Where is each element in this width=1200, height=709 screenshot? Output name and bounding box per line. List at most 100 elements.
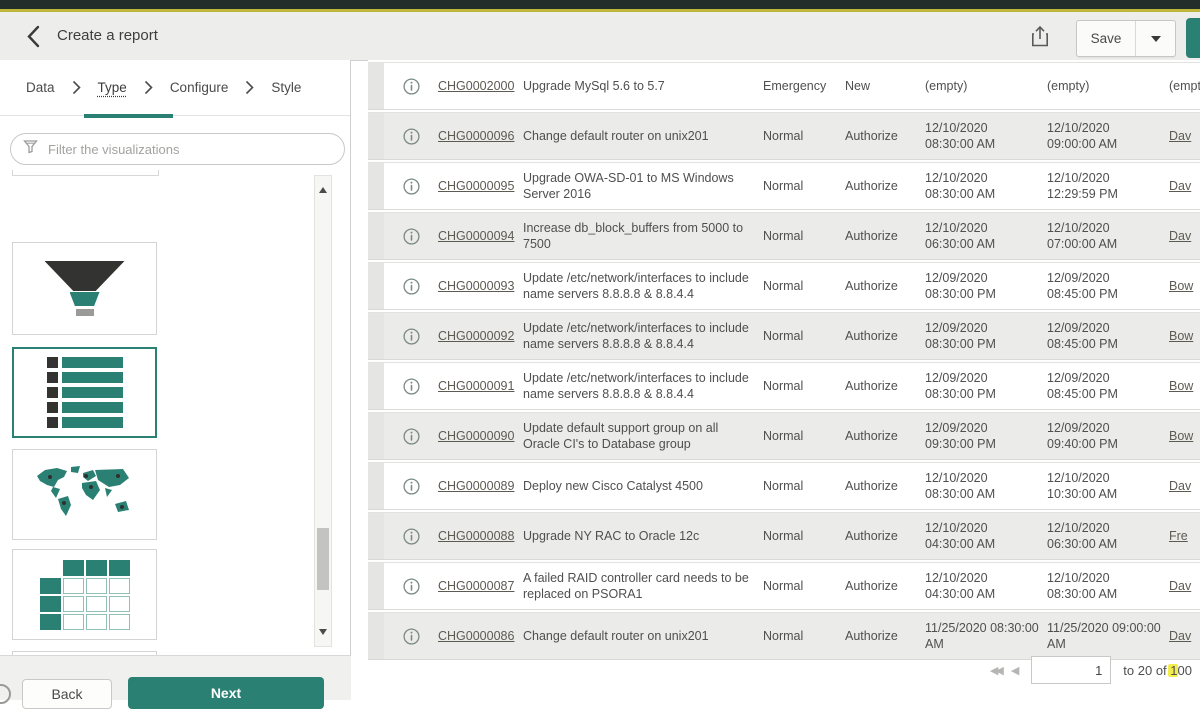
step-data[interactable]: Data [26,80,55,95]
assignee-link[interactable]: Fre [1169,529,1188,543]
end-date-cell: 12/10/2020 08:30:00 AM [1047,570,1169,603]
scroll-up-icon[interactable] [319,183,327,193]
info-icon[interactable] [384,278,438,295]
chevron-right-icon [144,80,153,95]
priority-cell: Normal [763,278,845,295]
app-frame-bar [0,0,1200,9]
record-number-link[interactable]: CHG0000093 [438,279,514,293]
table-row: CHG0000089Deploy new Cisco Catalyst 4500… [368,462,1200,510]
scrollbar-thumb[interactable] [317,528,329,590]
assignee-link[interactable]: Dav [1169,479,1191,493]
save-menu-button[interactable] [1135,21,1175,56]
active-step-indicator [84,114,173,118]
short-description: Upgrade MySql 5.6 to 5.7 [523,78,763,95]
info-icon[interactable] [384,128,438,145]
record-number-link[interactable]: CHG0000096 [438,129,514,143]
priority-cell: Normal [763,578,845,595]
info-icon[interactable] [384,78,438,95]
step-configure[interactable]: Configure [170,80,229,95]
priority-cell: Normal [763,178,845,195]
funnel-filter-icon [23,139,38,159]
prev-page-button[interactable]: ◀ [1011,664,1019,677]
start-date-cell: 12/09/2020 08:30:00 PM [925,270,1047,303]
scroll-down-icon[interactable] [319,629,327,639]
info-icon[interactable] [384,328,438,345]
state-cell: Authorize [845,228,925,245]
clipped-help-icon[interactable] [0,684,11,704]
save-button[interactable]: Save [1077,21,1135,56]
record-number-link[interactable]: CHG0000091 [438,379,514,393]
assignee-link[interactable]: Bow [1169,329,1193,343]
start-date-cell: 11/25/2020 08:30:00 AM [925,620,1047,653]
step-style[interactable]: Style [271,80,301,95]
priority-cell: Normal [763,228,845,245]
save-split-button: Save [1076,20,1176,57]
info-icon[interactable] [384,428,438,445]
report-wizard-panel: Data Type Configure Style [0,60,351,655]
record-number-link[interactable]: CHG0000092 [438,329,514,343]
info-icon[interactable] [384,178,438,195]
assignee-link[interactable]: Dav [1169,129,1191,143]
start-date-cell: 12/10/2020 08:30:00 AM [925,120,1047,153]
record-number-link[interactable]: CHG0000089 [438,479,514,493]
back-button[interactable]: Back [22,679,112,709]
scrolled-card-edge [12,170,159,176]
step-type[interactable]: Type [98,80,127,95]
viz-card-list[interactable] [12,347,157,438]
assignee-link[interactable]: Dav [1169,579,1191,593]
info-icon[interactable] [384,578,438,595]
report-table-rows: CHG0002000Upgrade MySql 5.6 to 5.7Emerge… [368,62,1200,662]
next-button[interactable]: Next [128,677,324,709]
record-number-link[interactable]: CHG0000088 [438,529,514,543]
info-icon[interactable] [384,378,438,395]
start-date-cell: 12/10/2020 04:30:00 AM [925,570,1047,603]
first-page-button[interactable]: ◀◀ [990,664,1001,677]
row-gutter [368,463,384,509]
end-date-cell: 12/10/2020 06:30:00 AM [1047,520,1169,553]
filter-input[interactable] [46,141,344,158]
assignee-link[interactable]: Bow [1169,429,1193,443]
clipped-primary-button[interactable] [1186,18,1200,58]
record-number-link[interactable]: CHG0000090 [438,429,514,443]
viz-card-heatmap[interactable] [12,549,157,640]
state-cell: Authorize [845,328,925,345]
page-header: Create a report Save [0,12,1200,61]
back-arrow-icon[interactable] [22,25,44,49]
assignee-link[interactable]: Bow [1169,379,1193,393]
priority-cell: Normal [763,328,845,345]
end-date-cell: 12/09/2020 08:45:00 PM [1047,270,1169,303]
info-icon[interactable] [384,478,438,495]
end-date-cell: 12/10/2020 10:30:00 AM [1047,470,1169,503]
assignee-link[interactable]: Dav [1169,229,1191,243]
assignee-link[interactable]: Dav [1169,629,1191,643]
record-number-link[interactable]: CHG0000095 [438,179,514,193]
info-icon[interactable] [384,628,438,645]
short-description: Upgrade OWA-SD-01 to MS Windows Server 2… [523,170,763,203]
viz-card-world-map[interactable] [12,449,157,540]
panel-scrollbar[interactable] [314,175,332,647]
priority-cell: Normal [763,528,845,545]
record-number-link[interactable]: CHG0000094 [438,229,514,243]
info-icon[interactable] [384,228,438,245]
record-number-link[interactable]: CHG0000086 [438,629,514,643]
info-icon[interactable] [384,528,438,545]
state-cell: Authorize [845,278,925,295]
viz-card-funnel[interactable] [12,242,157,335]
short-description: Update /etc/network/interfaces to includ… [523,320,763,353]
assignee-link[interactable]: Dav [1169,179,1191,193]
share-icon[interactable] [1028,25,1052,49]
report-preview: CHG0002000Upgrade MySql 5.6 to 5.7Emerge… [368,60,1200,700]
page-number-input[interactable] [1031,656,1111,684]
assignee-link[interactable]: Bow [1169,279,1193,293]
end-date-cell: 12/10/2020 07:00:00 AM [1047,220,1169,253]
row-gutter [368,63,384,109]
state-cell: Authorize [845,628,925,645]
row-gutter [368,363,384,409]
world-map-icon [33,464,137,526]
record-number-link[interactable]: CHG0000087 [438,579,514,593]
record-number-link[interactable]: CHG0002000 [438,79,514,93]
row-range-label: to 20 of 100 [1123,663,1192,678]
table-row: CHG0000090Update default support group o… [368,412,1200,460]
table-row: CHG0000086Change default router on unix2… [368,612,1200,660]
state-cell: Authorize [845,528,925,545]
